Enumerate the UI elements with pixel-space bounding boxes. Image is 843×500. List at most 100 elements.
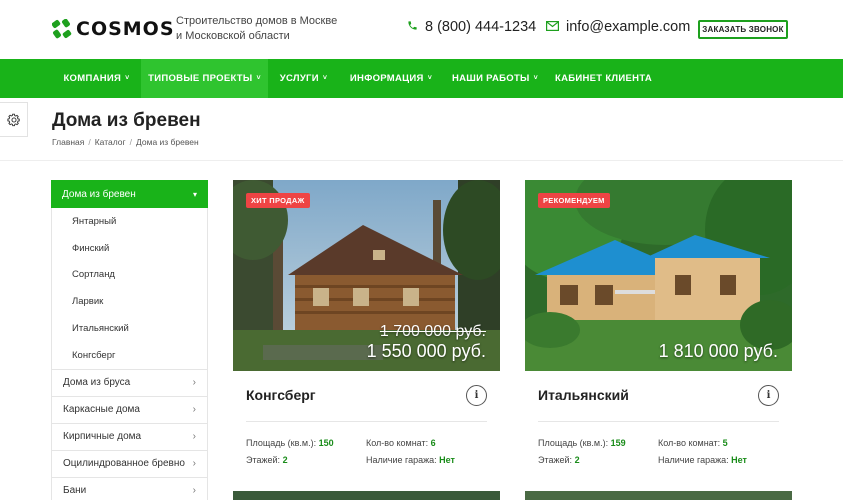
badge-bestseller: ХИТ ПРОДАЖ <box>246 193 310 208</box>
sidebar-subitem-larvik[interactable]: Ларвик <box>52 288 207 315</box>
nav-label: ИНФОРМАЦИЯ <box>349 73 424 84</box>
callback-button[interactable]: ЗАКАЗАТЬ ЗВОНОК <box>698 20 788 39</box>
phone-number: 8 (800) 444-1234 <box>425 19 537 35</box>
logo[interactable]: COSMOS <box>51 18 175 40</box>
sidebar-item-brick[interactable]: Кирпичные дома › <box>51 423 208 451</box>
sidebar-item-label: Дома из бруса <box>63 377 131 389</box>
nav-item-services[interactable]: УСЛУГИ ˅ <box>268 59 339 98</box>
product-image[interactable]: РЕКОМЕНДУЕМ 1 810 000 руб. <box>525 180 792 371</box>
sidebar-subitem-finsky[interactable]: Финский <box>52 235 207 262</box>
product-image[interactable] <box>233 491 500 500</box>
sidebar-item-timber[interactable]: Дома из бруса › <box>51 369 208 397</box>
main-nav: КОМПАНИЯ ˅ ТИПОВЫЕ ПРОЕКТЫ ˅ УСЛУГИ ˅ ИНФОР… <box>0 59 843 98</box>
settings-button[interactable] <box>0 102 28 137</box>
chevron-right-icon: › <box>192 458 196 470</box>
spec-label: Этажей: <box>538 455 573 465</box>
spec-value: 6 <box>430 438 436 448</box>
nav-label: НАШИ РАБОТЫ <box>451 73 530 84</box>
nav-label: УСЛУГИ <box>279 73 319 84</box>
nav-label: КОМПАНИЯ <box>63 73 122 84</box>
spec-value: Нет <box>439 455 455 465</box>
badge-recommended: РЕКОМЕНДУЕМ <box>538 193 610 208</box>
chevron-right-icon: › <box>192 431 196 443</box>
spec-label: Наличие гаража: <box>366 455 437 465</box>
phone-icon <box>407 19 418 35</box>
header: COSMOS Строительство домов в Москве и Мо… <box>0 0 843 59</box>
email-address: info@example.com <box>566 19 691 35</box>
spec-value: 150 <box>318 438 334 448</box>
breadcrumb-separator: / <box>129 137 133 147</box>
spec-label: Кол-во комнат: <box>366 438 429 448</box>
product-card[interactable]: ХИТ ПРОДАЖ 1 700 000 руб. 1 550 000 руб.… <box>233 180 500 465</box>
chevron-down-icon: ˅ <box>322 75 328 82</box>
chevron-right-icon: › <box>192 485 196 497</box>
breadcrumb-catalog[interactable]: Каталог <box>95 137 126 147</box>
breadcrumb-current: Дома из бревен <box>136 137 199 147</box>
phone[interactable]: 8 (800) 444-1234 <box>407 19 536 35</box>
price-old: 1 700 000 руб. <box>379 323 486 340</box>
nav-item-our-works[interactable]: НАШИ РАБОТЫ ˅ <box>443 59 547 98</box>
product-title[interactable]: Конгсберг <box>246 387 316 403</box>
chevron-down-icon: ▾ <box>192 189 197 199</box>
spec-area: Площадь (кв.м.): 159 <box>538 438 626 448</box>
sidebar-item-label: Бани <box>63 485 87 497</box>
chevron-down-icon: ˅ <box>256 75 261 82</box>
product-image[interactable]: ХИТ ПРОДАЖ 1 700 000 руб. 1 550 000 руб. <box>233 180 500 371</box>
spec-floors: Этажей: 2 <box>538 455 580 465</box>
tagline: Строительство домов в Москве и Московско… <box>176 15 338 42</box>
spec-value: 5 <box>722 438 728 448</box>
sidebar-item-rounded-log[interactable]: Оцилиндрованное бревно › <box>51 450 208 478</box>
sidebar-submenu: Янтарный Финский Сортланд Ларвик Итальян… <box>51 208 208 370</box>
chevron-down-icon: ˅ <box>533 75 539 82</box>
sidebar-item-label: Дома из бревен <box>62 188 136 200</box>
price-new: 1 550 000 руб. <box>366 341 486 361</box>
sidebar-subitem-kongsberg[interactable]: Конгсберг <box>52 342 207 369</box>
nav-item-typical-projects[interactable]: ТИПОВЫЕ ПРОЕКТЫ ˅ <box>141 59 268 98</box>
nav-item-client-cabinet[interactable]: КАБИНЕТ КЛИЕНТА <box>547 59 660 98</box>
spec-rooms: Кол-во комнат: 6 <box>366 438 436 448</box>
sidebar-item-label: Кирпичные дома <box>63 431 142 443</box>
product-card[interactable]: РЕКОМЕНДУЕМ 1 810 000 руб. Итальянский i… <box>525 180 792 465</box>
price-new: 1 810 000 руб. <box>658 341 778 361</box>
sidebar-item-log-houses[interactable]: Дома из бревен ▾ <box>51 180 208 208</box>
chevron-down-icon: ˅ <box>427 75 433 82</box>
spec-label: Кол-во комнат: <box>658 438 721 448</box>
sidebar-subitem-sortland[interactable]: Сортланд <box>52 262 207 289</box>
chevron-right-icon: › <box>192 377 196 389</box>
divider <box>0 160 843 161</box>
sidebar-subitem-italyansky[interactable]: Итальянский <box>52 315 207 342</box>
product-title[interactable]: Итальянский <box>538 387 629 403</box>
spec-value: 2 <box>574 455 580 465</box>
logo-text: COSMOS <box>76 18 175 40</box>
nav-item-company[interactable]: КОМПАНИЯ ˅ <box>52 59 141 98</box>
info-icon[interactable]: i <box>466 385 487 406</box>
spec-value: 159 <box>610 438 626 448</box>
spec-label: Площадь (кв.м.): <box>246 438 317 448</box>
sidebar-item-saunas[interactable]: Бани › <box>51 477 208 500</box>
logo-icon <box>51 18 72 39</box>
sidebar-item-label: Оцилиндрованное бревно <box>63 458 185 470</box>
product-image[interactable] <box>525 491 792 500</box>
spec-garage: Наличие гаража: Нет <box>658 455 747 465</box>
mail-icon <box>546 19 560 35</box>
spec-garage: Наличие гаража: Нет <box>366 455 455 465</box>
breadcrumb-separator: / <box>88 137 91 147</box>
email[interactable]: info@example.com <box>546 19 690 35</box>
nav-item-information[interactable]: ИНФОРМАЦИЯ ˅ <box>339 59 443 98</box>
spec-label: Наличие гаража: <box>658 455 729 465</box>
divider <box>246 421 487 422</box>
nav-label: КАБИНЕТ КЛИЕНТА <box>554 73 652 84</box>
sidebar-subitem-yantarny[interactable]: Янтарный <box>52 208 207 235</box>
breadcrumb-home[interactable]: Главная <box>52 137 84 147</box>
sidebar-item-frame[interactable]: Каркасные дома › <box>51 396 208 424</box>
info-icon[interactable]: i <box>758 385 779 406</box>
nav-label: ТИПОВЫЕ ПРОЕКТЫ <box>148 73 253 84</box>
spec-label: Площадь (кв.м.): <box>538 438 609 448</box>
spec-rooms: Кол-во комнат: 5 <box>658 438 728 448</box>
spec-value: Нет <box>731 455 747 465</box>
spec-label: Этажей: <box>246 455 281 465</box>
page-title: Дома из бревен <box>52 110 201 131</box>
spec-floors: Этажей: 2 <box>246 455 288 465</box>
divider <box>538 421 779 422</box>
chevron-right-icon: › <box>192 404 196 416</box>
